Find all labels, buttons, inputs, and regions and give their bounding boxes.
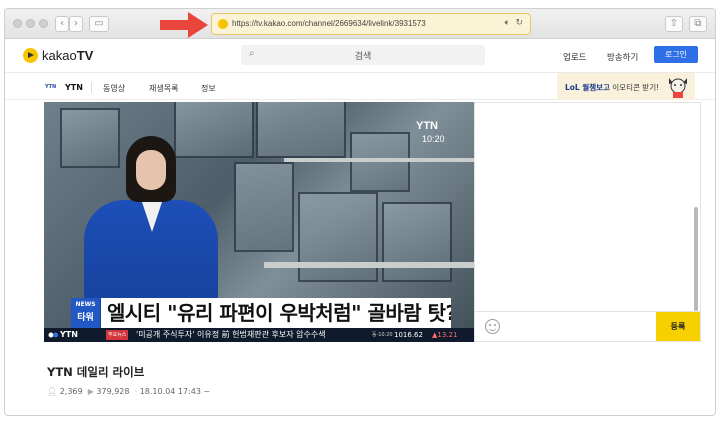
character-mascot-icon [669, 78, 687, 98]
chevron-left-icon: ‹ [60, 18, 64, 29]
kakaotv-logo-icon[interactable] [23, 48, 38, 63]
speaker-icon[interactable]: 🔈︎ [505, 18, 510, 28]
video-timestamp: 10:20 [422, 134, 445, 144]
window-pane [234, 162, 294, 252]
login-button[interactable]: 로그인 [654, 46, 698, 63]
ticker-index-label: 동·10:20 [372, 332, 393, 338]
ticker-index-change: ▲13.21 [432, 331, 458, 339]
video-headline-caption: 엘시티 "유리 파편이 우박처럼" 골바람 탓? [101, 298, 451, 328]
browser-toolbar: ‹ › ▭ https://tv.kakao.com/channel/26696… [5, 9, 715, 39]
address-url: https://tv.kakao.com/channel/2669634/liv… [232, 19, 426, 28]
sidebar-icon: ▭ [94, 18, 104, 29]
broadcast-date: 18.10.04 17:43 ~ [139, 387, 211, 396]
channel-logo[interactable]: YTN [45, 84, 56, 90]
news-badge-top: NEWS [75, 301, 96, 308]
logo-suffix: TV [76, 48, 94, 63]
viewer-icon: 👤︎ [47, 387, 58, 396]
red-arrow-annotation-icon [160, 12, 208, 38]
ticker-tag: 주요뉴스 [106, 330, 129, 340]
kakaotv-logo[interactable]: kakaoTV [42, 48, 93, 63]
search-input[interactable]: ⌕ 검색 [241, 45, 485, 65]
broadcast-link[interactable]: 방송하기 [607, 51, 638, 63]
chat-scrollbar-thumb[interactable] [694, 207, 698, 311]
reload-icon[interactable]: ↻ [515, 18, 523, 28]
video-meta: 👤︎ 2,369 ▶ 379,928 · 18.10.04 17:43 ~ [47, 387, 210, 396]
tabs-button[interactable]: ⧉ [689, 16, 707, 32]
play-count: 379,928 [96, 387, 130, 396]
window-pane [256, 102, 346, 158]
tab-ytn[interactable]: YTN [65, 83, 83, 92]
emoji-icon[interactable] [485, 319, 500, 334]
video-title: YTN 데일리 라이브 [47, 365, 145, 379]
meta-separator: · [134, 387, 138, 396]
chat-input-area[interactable]: 등록 [475, 311, 700, 341]
address-bar[interactable]: https://tv.kakao.com/channel/2669634/liv… [211, 13, 531, 35]
promo-highlight: LoL 월챔보고 [565, 83, 610, 92]
zoom-window-button[interactable] [39, 19, 48, 28]
tab-info[interactable]: 정보 [201, 83, 216, 94]
ticker-index-value: 1016.62 [394, 331, 423, 339]
share-icon: ⇧ [669, 18, 679, 29]
window-pane [350, 132, 410, 192]
site-favicon-icon [218, 19, 228, 29]
promo-banner[interactable]: LoL 월챔보고 이모티콘 받기! [557, 73, 695, 100]
chat-panel: 등록 [474, 102, 701, 342]
logo-brand: kakao [42, 48, 77, 63]
ticker-logo: YTN [60, 330, 78, 339]
promo-text: LoL 월챔보고 이모티콘 받기! [565, 82, 659, 93]
nav-divider [91, 82, 92, 93]
chevron-right-icon: › [74, 18, 78, 29]
minimize-window-button[interactable] [26, 19, 35, 28]
back-button[interactable]: ‹ [55, 16, 69, 32]
news-tower-badge: NEWS 타워 [71, 298, 100, 328]
play-icon: ▶ [87, 387, 94, 396]
upload-link[interactable]: 업로드 [563, 51, 586, 63]
ytn-dots-icon [48, 332, 58, 338]
channel-nav: YTN YTN 동영상 재생목록 정보 LoL 월챔보고 이모티콘 받기! [5, 72, 715, 100]
sidebar-button[interactable]: ▭ [89, 16, 109, 32]
forward-button[interactable]: › [69, 16, 83, 32]
video-watermark: YTN [416, 120, 438, 132]
news-ticker: YTN 주요뉴스 '미공개 주식투자' 이유정 前 헌법재판관 후보자 압수수색… [44, 328, 474, 342]
share-button[interactable]: ⇧ [665, 16, 683, 32]
viewer-count: 2,369 [59, 387, 83, 396]
tab-playlists[interactable]: 재생목록 [149, 83, 178, 94]
tabs-icon: ⧉ [694, 18, 702, 29]
balcony-rail [284, 158, 474, 162]
chat-submit-button[interactable]: 등록 [656, 312, 700, 341]
ticker-text: '미공개 주식투자' 이유정 前 헌법재판관 후보자 압수수색 [136, 330, 326, 339]
news-badge-bottom: 타워 [77, 313, 94, 323]
browser-window: ‹ › ▭ https://tv.kakao.com/channel/26696… [4, 8, 716, 416]
close-window-button[interactable] [13, 19, 22, 28]
video-player[interactable]: YTN 10:20 NEWS 타워 엘시티 "유리 파편이 우박처럼" 골바람 … [44, 102, 474, 342]
window-pane [382, 202, 452, 282]
site-header: kakaoTV ⌕ 검색 업로드 방송하기 로그인 [5, 40, 715, 72]
balcony-rail [264, 262, 474, 268]
promo-rest: 이모티콘 받기! [609, 83, 660, 92]
search-placeholder: 검색 [354, 52, 372, 62]
tab-videos[interactable]: 동영상 [103, 83, 125, 94]
window-pane [298, 192, 378, 282]
